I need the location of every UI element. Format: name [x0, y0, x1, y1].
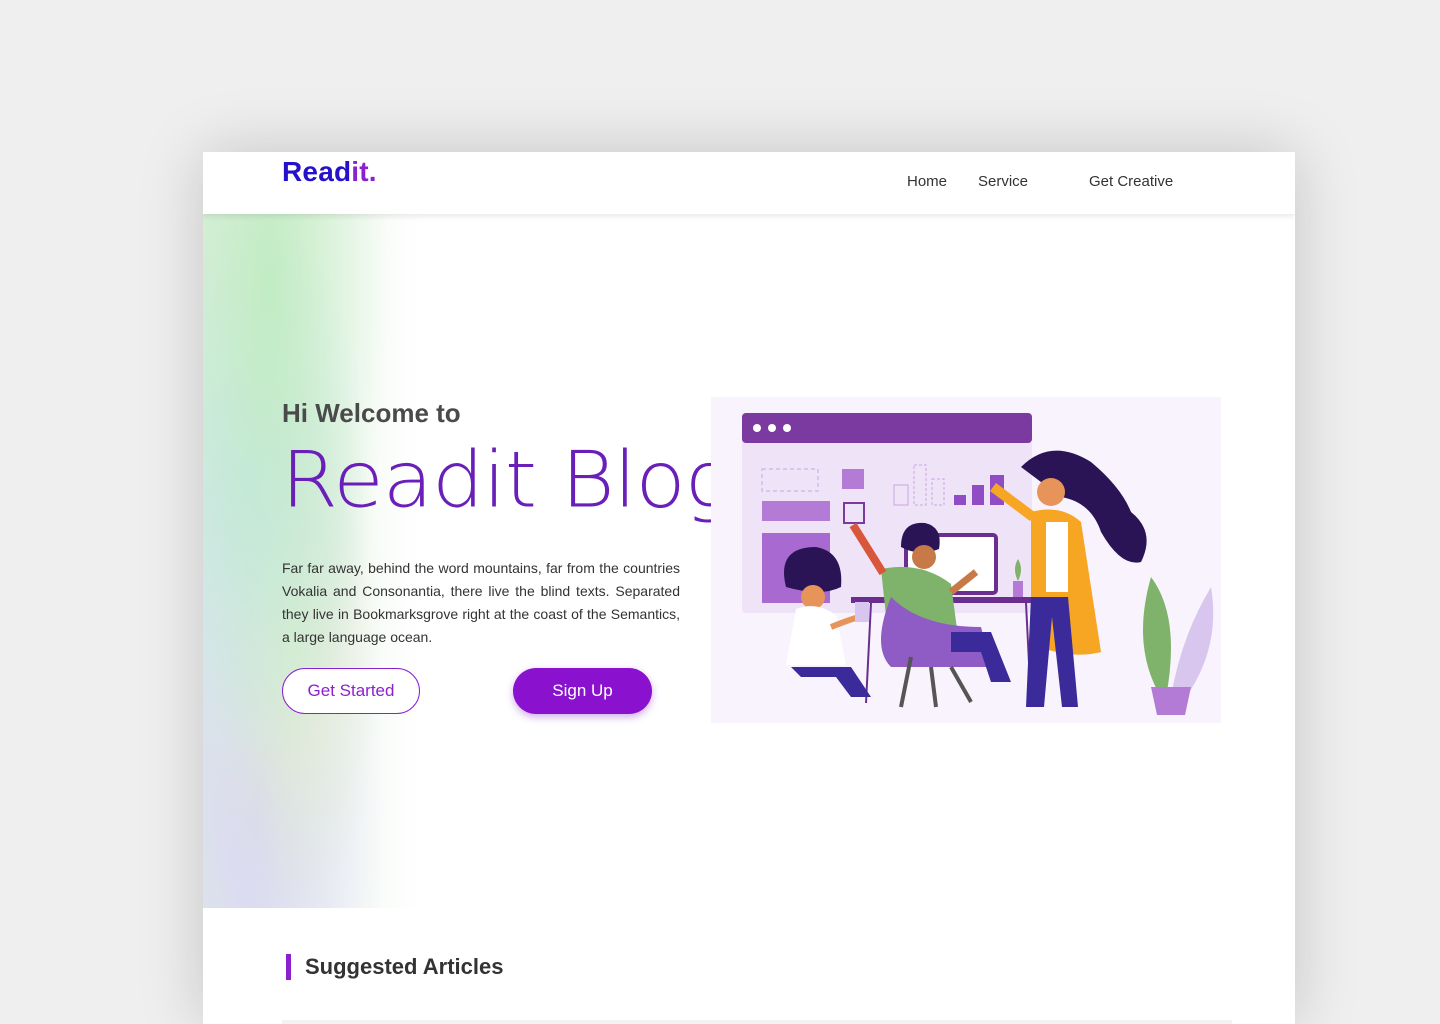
hero-greeting: Hi Welcome to	[282, 398, 461, 428]
hero-description: Far far away, behind the word mountains,…	[282, 560, 680, 645]
nav-get-creative[interactable]: Get Creative	[1089, 173, 1173, 190]
nav-service[interactable]: Service	[978, 173, 1028, 190]
nav-home[interactable]: Home	[907, 173, 947, 190]
page-frame: Readit. Home Service Get Creative Hi Wel…	[203, 152, 1295, 1024]
sign-up-button[interactable]: Sign Up	[513, 668, 652, 714]
articles-divider	[282, 1020, 1232, 1024]
site-header: Readit. Home Service Get Creative	[203, 152, 1295, 214]
suggested-articles-heading: Suggested Articles	[286, 954, 503, 980]
get-started-button[interactable]: Get Started	[282, 668, 420, 714]
team-collaboration-illustration	[711, 397, 1221, 723]
hero-title: Readit Blog	[281, 435, 734, 526]
logo-accent: it.	[351, 156, 377, 187]
logo-main: Read	[282, 156, 352, 187]
site-logo[interactable]: Readit.	[282, 156, 377, 188]
